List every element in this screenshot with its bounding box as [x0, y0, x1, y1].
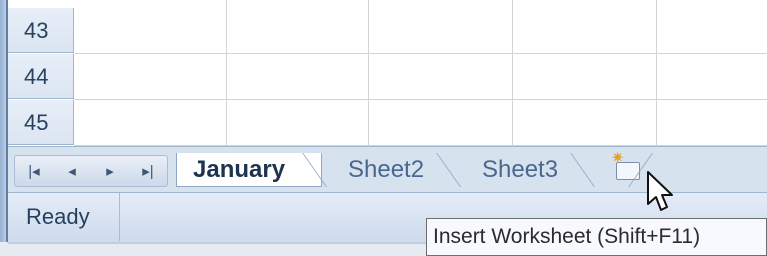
tab-label: January: [193, 156, 286, 183]
window-frame-left: [0, 0, 8, 256]
grid-row: 43: [8, 8, 767, 54]
sheet-navigation: |◂ ◂ ▸ ▸|: [14, 155, 168, 187]
row-header[interactable]: 44: [8, 54, 74, 99]
grid-row: 45: [8, 100, 767, 146]
worksheet-grid: 43 44 45: [8, 0, 767, 146]
mouse-pointer-icon: [647, 171, 673, 211]
tooltip-text: Insert Worksheet (Shift+F11): [433, 225, 701, 248]
tab-label: Sheet3: [482, 156, 559, 183]
row-cells[interactable]: [74, 54, 767, 100]
tooltip: Insert Worksheet (Shift+F11): [426, 218, 767, 256]
tab-january[interactable]: January: [176, 153, 322, 187]
row-header[interactable]: 43: [8, 8, 74, 53]
grid-row: 44: [8, 54, 767, 100]
last-sheet-icon[interactable]: ▸|: [134, 162, 162, 180]
first-sheet-icon[interactable]: |◂: [20, 162, 48, 180]
row-header[interactable]: 45: [8, 100, 74, 145]
prev-sheet-icon[interactable]: ◂: [58, 162, 86, 180]
tab-sheet3[interactable]: Sheet3: [460, 153, 590, 187]
next-sheet-icon[interactable]: ▸: [96, 162, 124, 180]
row-cells[interactable]: [74, 8, 767, 54]
insert-worksheet-icon: [611, 151, 640, 180]
status-text: Ready: [8, 193, 120, 241]
tab-label: Sheet2: [348, 156, 425, 183]
tab-sheet2[interactable]: Sheet2: [326, 153, 458, 187]
row-cells[interactable]: [74, 100, 767, 146]
